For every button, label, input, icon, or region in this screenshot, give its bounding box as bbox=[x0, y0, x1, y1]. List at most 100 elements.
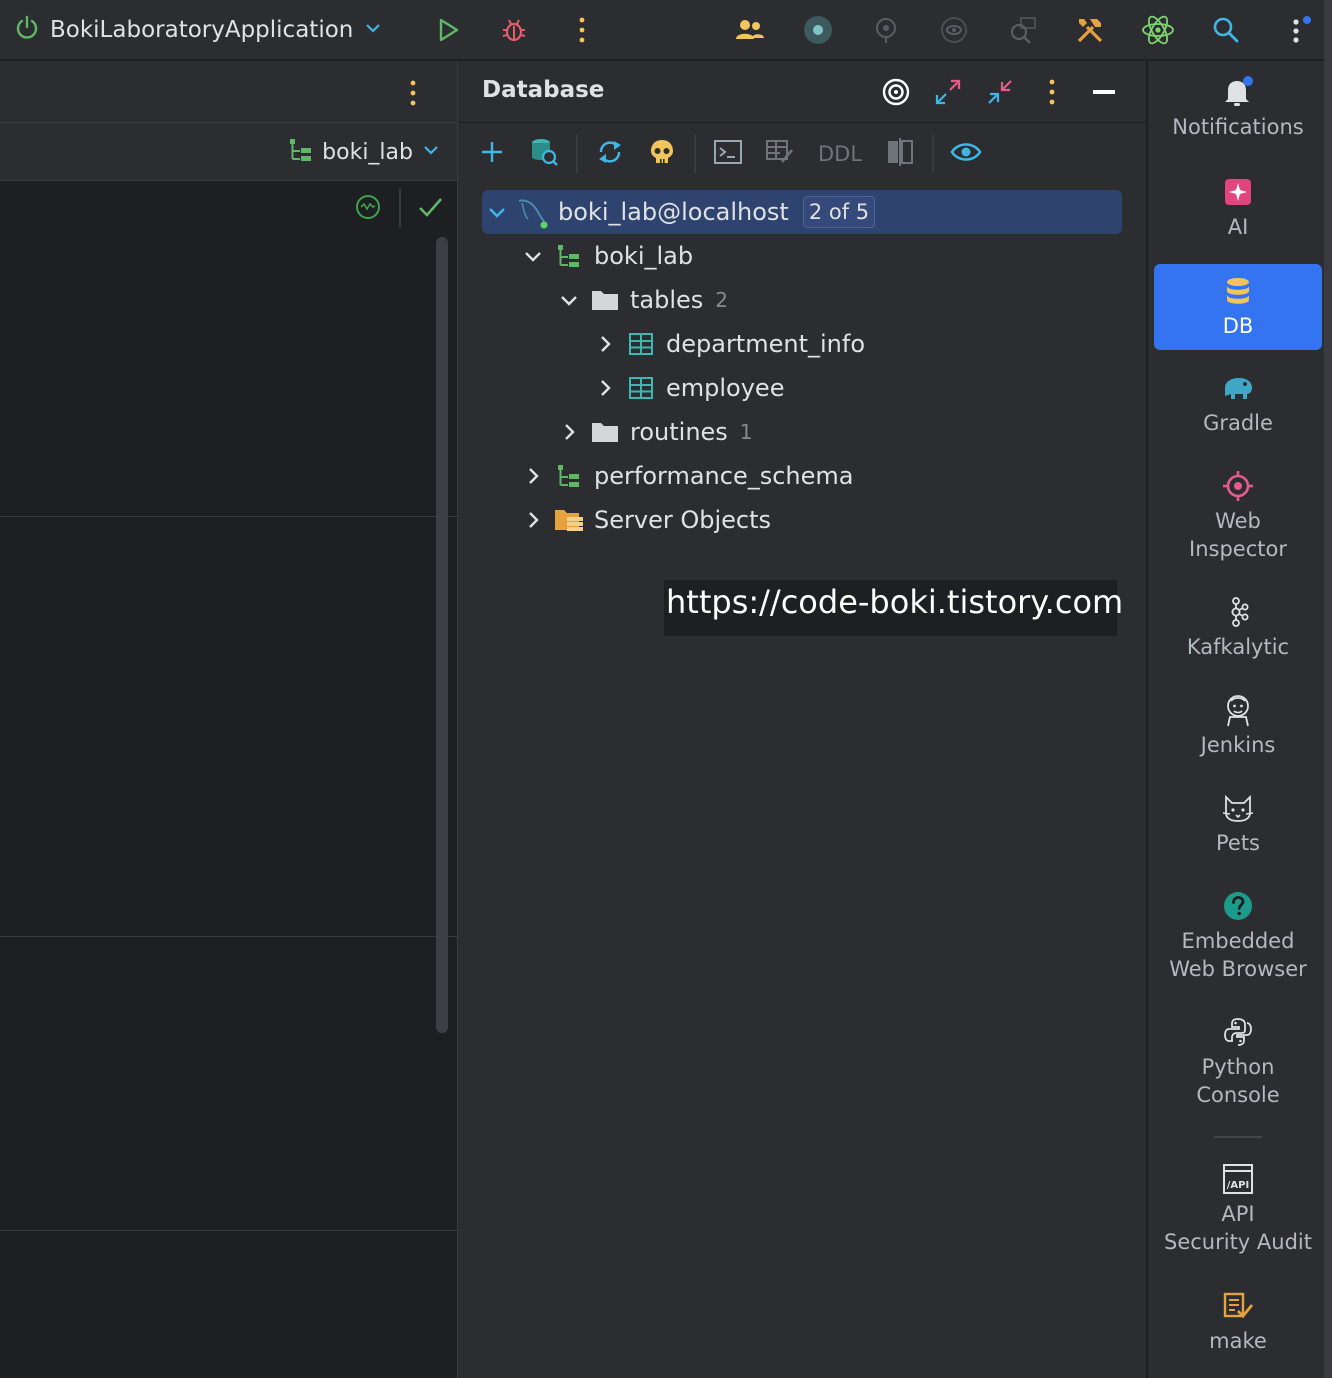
tool-window-make[interactable]: make bbox=[1154, 1289, 1322, 1355]
tree-node-tables-folder[interactable]: tables 2 bbox=[554, 278, 728, 322]
chevron-right-icon[interactable] bbox=[518, 505, 548, 535]
record-icon[interactable] bbox=[800, 12, 836, 48]
tree-node-server-objects[interactable]: Server Objects bbox=[518, 498, 771, 542]
build-tools-icon[interactable] bbox=[1072, 12, 1108, 48]
collapse-all-icon[interactable] bbox=[982, 74, 1018, 110]
make-icon bbox=[1220, 1289, 1256, 1323]
debug-icon[interactable] bbox=[496, 12, 532, 48]
eye-icon[interactable] bbox=[948, 134, 984, 170]
mysql-dolphin-icon bbox=[516, 197, 550, 229]
schema-count-badge[interactable]: 2 of 5 bbox=[802, 196, 876, 228]
tool-window-web-inspector[interactable]: Web Inspector bbox=[1154, 469, 1322, 563]
compare-icon[interactable] bbox=[882, 134, 918, 170]
refresh-icon[interactable] bbox=[592, 134, 628, 170]
more-vertical-icon[interactable] bbox=[408, 79, 418, 111]
more-vertical-icon[interactable] bbox=[1034, 74, 1070, 110]
chevron-right-icon[interactable] bbox=[590, 373, 620, 403]
tree-node-table[interactable]: employee bbox=[590, 366, 784, 410]
tool-window-db[interactable]: DB bbox=[1154, 264, 1322, 350]
tool-window-label: API Security Audit bbox=[1164, 1202, 1312, 1254]
edit-table-icon[interactable] bbox=[762, 134, 798, 170]
python-icon bbox=[1220, 1015, 1256, 1049]
tool-window-label: Jenkins bbox=[1200, 733, 1276, 757]
run-icon[interactable] bbox=[430, 12, 466, 48]
tree-node-schema[interactable]: boki_lab bbox=[518, 234, 693, 278]
tool-window-pets[interactable]: Pets bbox=[1154, 791, 1322, 857]
chevron-down-icon[interactable] bbox=[554, 285, 584, 315]
tool-window-label: make bbox=[1209, 1329, 1267, 1353]
search-icon[interactable] bbox=[1208, 12, 1244, 48]
locate-icon[interactable] bbox=[878, 74, 914, 110]
vertical-scrollbar[interactable] bbox=[436, 237, 448, 1033]
chevron-down-icon[interactable] bbox=[518, 241, 548, 271]
left-panel-header bbox=[0, 61, 457, 123]
chevron-right-icon[interactable] bbox=[518, 461, 548, 491]
coverage-icon[interactable] bbox=[936, 12, 972, 48]
svg-text:/API: /API bbox=[1227, 1180, 1249, 1191]
tool-window-embedded-web-browser[interactable]: Embedded Web Browser bbox=[1154, 889, 1322, 983]
tables-count: 2 bbox=[715, 288, 729, 312]
tool-window-separator bbox=[1214, 1136, 1262, 1138]
tool-window-label: AI bbox=[1227, 215, 1249, 239]
chevron-right-icon[interactable] bbox=[590, 329, 620, 359]
toolbar-separator bbox=[399, 189, 401, 227]
folder-icon bbox=[588, 417, 622, 447]
run-configuration-name: BokiLaboratoryApplication bbox=[50, 17, 354, 43]
tool-window-label: Embedded Web Browser bbox=[1169, 929, 1307, 981]
schema-selector[interactable]: boki_lab bbox=[288, 135, 441, 169]
toolbar-separator bbox=[694, 135, 696, 173]
panel-divider bbox=[0, 1230, 457, 1231]
session-status-icon[interactable] bbox=[354, 193, 382, 225]
search-usages-icon[interactable] bbox=[1004, 12, 1040, 48]
add-icon[interactable] bbox=[474, 134, 510, 170]
expand-all-icon[interactable] bbox=[930, 74, 966, 110]
tool-window-python-console[interactable]: Python Console bbox=[1154, 1015, 1322, 1109]
tree-node-schema[interactable]: performance_schema bbox=[518, 454, 853, 498]
more-vertical-icon[interactable] bbox=[564, 12, 600, 48]
routines-count: 1 bbox=[739, 420, 753, 444]
tool-window-label: Pets bbox=[1215, 831, 1260, 855]
watermark-url: https://code-boki.tistory.com bbox=[664, 580, 1123, 636]
tool-window-jenkins[interactable]: Jenkins bbox=[1154, 693, 1322, 759]
chevron-right-icon[interactable] bbox=[554, 417, 584, 447]
panel-divider bbox=[0, 516, 457, 517]
api-icon: /API bbox=[1220, 1162, 1256, 1196]
main-toolbar: BokiLaboratoryApplication bbox=[0, 0, 1332, 60]
code-with-me-icon[interactable] bbox=[732, 12, 768, 48]
run-configuration-selector[interactable]: BokiLaboratoryApplication bbox=[14, 12, 383, 48]
ddl-button[interactable]: DDL bbox=[818, 142, 862, 166]
profiler-icon[interactable] bbox=[868, 12, 904, 48]
query-console-icon[interactable] bbox=[710, 134, 746, 170]
commit-check-icon[interactable] bbox=[416, 193, 444, 225]
table-label: employee bbox=[666, 374, 785, 402]
gradle-elephant-icon bbox=[1220, 371, 1256, 405]
chevron-down-icon[interactable] bbox=[482, 197, 512, 227]
toolbar-separator bbox=[932, 135, 934, 173]
minimize-icon[interactable] bbox=[1086, 74, 1122, 110]
tool-window-label: Python Console bbox=[1196, 1055, 1280, 1107]
tree-node-table[interactable]: department_info bbox=[590, 322, 865, 366]
window-edge bbox=[1324, 0, 1332, 1378]
tool-window-label: Kafkalytic bbox=[1186, 635, 1290, 659]
folder-icon bbox=[588, 285, 622, 315]
tool-window-label: Gradle bbox=[1203, 411, 1273, 435]
tree-node-connection[interactable]: boki_lab@localhost 2 of 5 bbox=[482, 190, 876, 234]
skull-icon[interactable] bbox=[644, 134, 680, 170]
tool-window-api-security-audit[interactable]: /API API Security Audit bbox=[1154, 1162, 1322, 1256]
power-icon bbox=[14, 15, 40, 45]
react-icon[interactable] bbox=[1140, 12, 1176, 48]
data-source-properties-icon[interactable] bbox=[526, 134, 562, 170]
connection-label: boki_lab@localhost bbox=[558, 198, 789, 226]
schema-label: performance_schema bbox=[594, 462, 854, 490]
tree-node-routines-folder[interactable]: routines 1 bbox=[554, 410, 753, 454]
tool-window-notifications[interactable]: Notifications bbox=[1154, 75, 1322, 141]
settings-more-icon[interactable] bbox=[1280, 12, 1316, 48]
server-objects-label: Server Objects bbox=[594, 506, 771, 534]
tool-window-label: Notifications bbox=[1172, 115, 1304, 139]
tool-window-ai[interactable]: AI bbox=[1154, 175, 1322, 241]
panel-title: Database bbox=[482, 77, 605, 103]
tool-window-kafkalytic[interactable]: Kafkalytic bbox=[1154, 595, 1322, 661]
tool-window-label: Web Inspector bbox=[1189, 509, 1287, 561]
tool-window-gradle[interactable]: Gradle bbox=[1154, 371, 1322, 437]
chevron-down-icon bbox=[363, 18, 383, 42]
